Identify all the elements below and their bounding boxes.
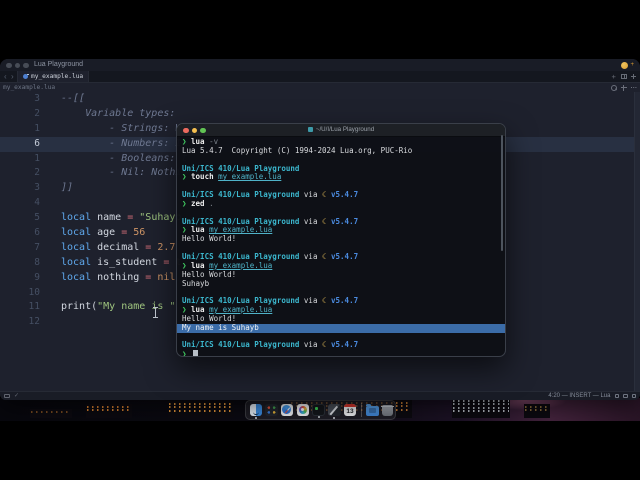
wallpaper-building (86, 404, 132, 418)
line-number: 2 (34, 167, 40, 179)
line-number: 8 (34, 256, 40, 268)
line-number: 3 (34, 182, 40, 194)
lua-file-icon (23, 73, 29, 79)
terminal-output[interactable]: ❯ lua -v Lua 5.4.7 Copyright (C) 1994-202… (177, 137, 505, 356)
line-number: 3 (34, 93, 40, 104)
dock-zed[interactable] (328, 403, 341, 420)
zoom-button[interactable] (23, 62, 29, 68)
wallpaper-building (452, 398, 510, 418)
terminal-titlebar[interactable]: ~/U/I/Lua Playground (177, 124, 505, 137)
tab-bar: ‹ › my_example.lua (0, 71, 640, 83)
line-number: 4 (34, 197, 40, 209)
new-tab-icon[interactable] (612, 72, 618, 80)
terminal-line: ❯ (182, 350, 500, 356)
tab-my-example-lua[interactable]: my_example.lua (17, 71, 90, 82)
line-number: 6 (34, 227, 40, 239)
screen: 13 Lua Playground + ‹ › my_example.lua +… (0, 0, 640, 480)
code-line: 3 --[[ (0, 92, 640, 107)
line-number: 1 (34, 152, 40, 164)
close-button[interactable] (6, 62, 12, 68)
calendar-date-label: 13 (346, 407, 354, 415)
right-dock-icon[interactable] (614, 393, 619, 399)
status-bar: 4:20 — INSERT — Lua (0, 391, 640, 400)
terminal-line: ❯ zed . (182, 198, 214, 208)
wallpaper-building (168, 401, 234, 418)
user-avatar[interactable] (621, 61, 628, 69)
terminal-line: Suhayb (182, 278, 210, 288)
minimize-button[interactable] (14, 62, 20, 68)
terminal-line: ❯ touch my_example.lua (182, 172, 282, 182)
dock-finder[interactable] (249, 403, 263, 420)
diagnostics-check-icon[interactable] (14, 392, 20, 399)
tab-label: my_example.lua (31, 73, 84, 80)
terminal-scrollbar[interactable] (500, 135, 503, 251)
nav-forward-icon[interactable]: › (11, 71, 14, 82)
dock-calendar[interactable]: 13 (343, 403, 357, 417)
inline-assist-icon[interactable] (621, 85, 627, 91)
line-number: 6 (34, 137, 40, 149)
terminal-line: Lua 5.4.7 Copyright (C) 1994-2024 Lua.or… (182, 145, 413, 155)
text-cursor-pointer (153, 307, 158, 318)
nav-back-icon[interactable]: ‹ (4, 71, 7, 82)
dock-folder[interactable] (366, 403, 379, 417)
running-indicator-dot (254, 417, 257, 420)
line-number: 7 (34, 241, 40, 253)
assistant-panel-icon[interactable] (623, 393, 628, 399)
letterbox-top (0, 0, 640, 59)
line-number: 12 (28, 316, 40, 328)
maximize-pane-icon[interactable] (630, 73, 637, 80)
dock-safari[interactable] (280, 403, 294, 417)
terminal-block-cursor (193, 350, 198, 356)
project-title: Lua Playground (34, 61, 84, 68)
line-number: 9 (34, 271, 40, 283)
notifications-icon[interactable] (631, 393, 636, 399)
code-line: 2 Variable types: (0, 107, 640, 122)
line-number: 1 (34, 122, 40, 134)
dock: 13 (245, 400, 396, 420)
dock-photos[interactable] (296, 403, 310, 417)
terminal-line: Hello World! (182, 234, 237, 244)
terminal-window: ~/U/I/Lua Playground ❯ lua -v Lua 5.4.7 C… (176, 123, 506, 357)
zed-titlebar[interactable]: Lua Playground + (0, 59, 640, 71)
terminal-panel-icon[interactable] (4, 393, 10, 398)
wallpaper-building (524, 404, 550, 418)
terminal-line-selected: My name is Suhayb (177, 323, 505, 333)
more-options-icon[interactable] (630, 85, 637, 91)
search-icon[interactable] (611, 85, 617, 91)
dock-launchpad[interactable] (265, 403, 278, 417)
terminal-line: Uni/ICS 410/Lua Playground via ☾ v5.4.7 (182, 190, 359, 200)
line-number: 11 (28, 301, 40, 313)
running-indicator-dot (333, 417, 336, 420)
wallpaper-building (30, 409, 72, 418)
running-indicator-dot (317, 416, 320, 419)
split-pane-icon[interactable] (621, 73, 627, 79)
editor-scrollbar[interactable] (634, 92, 640, 392)
dock-trash[interactable] (381, 404, 395, 417)
letterbox-bottom (0, 421, 640, 480)
terminal-line: Hello World! (182, 269, 237, 279)
line-number: 10 (28, 286, 40, 298)
terminal-line: Uni/ICS 410/Lua Playground via ☾ v5.4.7 (182, 340, 359, 350)
dock-divider (360, 403, 362, 417)
dock-terminal[interactable] (312, 403, 325, 419)
terminal-title: ~/U/I/Lua Playground (177, 124, 505, 136)
line-number: 2 (34, 107, 40, 119)
folder-icon (307, 126, 313, 132)
add-collaborator-icon[interactable]: + (630, 61, 634, 69)
cursor-position-and-language[interactable]: 4:20 — INSERT — Lua (548, 392, 610, 400)
line-number: 5 (34, 212, 40, 224)
